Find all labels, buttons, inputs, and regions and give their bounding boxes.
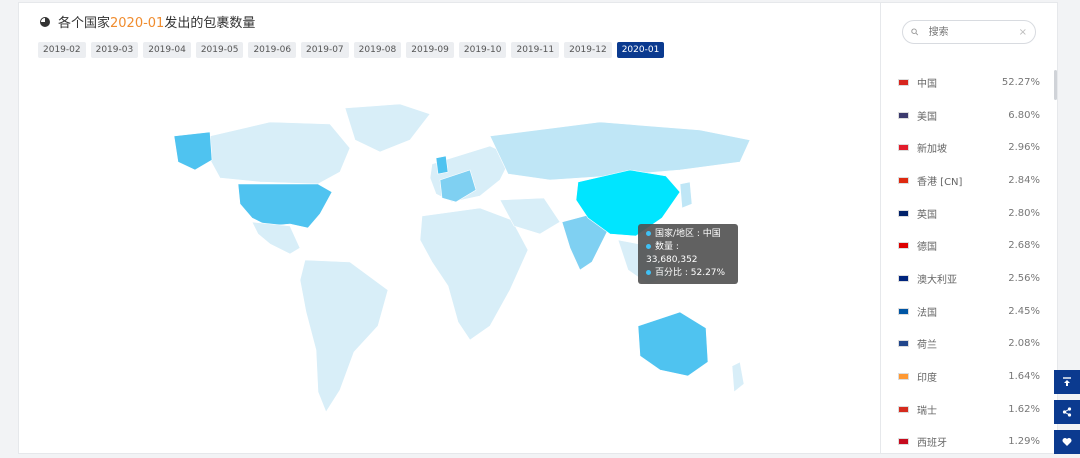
search-box[interactable]: × [902,20,1036,44]
month-tab[interactable]: 2019-05 [195,42,244,58]
back-to-top-button[interactable] [1054,370,1080,394]
country-name: 印度 [917,373,937,385]
arrow-up-icon [1063,377,1071,386]
country-row[interactable]: 瑞士 1.62% [898,393,1040,426]
map-africa [419,207,529,341]
bullet-icon [646,244,651,249]
month-tab[interactable]: 2019-08 [353,42,402,58]
month-tab[interactable]: 2019-02 [38,42,86,58]
country-name: 德国 [917,242,937,254]
country-percent: 2.08% [1008,338,1040,350]
country-name: 新加坡 [917,144,947,156]
country-row[interactable]: 美国 6.80% [898,99,1040,132]
map-canada [207,121,351,185]
pie-chart-icon [40,16,50,27]
country-name: 法国 [917,307,937,319]
country-row[interactable]: 新加坡 2.96% [898,131,1040,164]
country-percent: 1.29% [1008,436,1040,448]
country-row[interactable]: 印度 1.64% [898,360,1040,393]
country-name: 瑞士 [917,405,937,417]
country-name: 英国 [917,209,937,221]
flag-icon [898,176,909,184]
tooltip-region: 国家/地区 : 中国 [655,229,721,239]
country-list: 中国 52.27% 美国 6.80% 新加坡 2.96% 香港 [CN] 2.84% 英国 2.8… [898,66,1040,458]
country-row[interactable]: 澳大利亚 2.56% [898,262,1040,295]
flag-icon [898,242,909,250]
month-tabs: 2019-02 2019-03 2019-04 2019-05 2019-06 2019-… [38,42,665,58]
map-australia [637,311,709,377]
flag-icon [898,438,909,446]
country-name: 澳大利亚 [917,274,957,286]
map-tooltip: 国家/地区 : 中国 数量 : 33,680,352 百分比 : 52.27% [638,224,738,284]
country-row[interactable]: 法国 2.45% [898,295,1040,328]
search-icon [911,28,919,36]
country-percent: 2.96% [1008,142,1040,154]
map-alaska [173,131,213,171]
panel-divider [880,2,881,454]
country-name: 荷兰 [917,340,937,352]
share-button[interactable] [1054,400,1080,424]
bullet-icon [646,231,651,236]
month-tab[interactable]: 2019-11 [511,42,560,58]
share-icon [1062,407,1072,417]
month-tab[interactable]: 2019-06 [248,42,297,58]
country-row[interactable]: 香港 [CN] 2.84% [898,164,1040,197]
month-tab[interactable]: 2019-12 [564,42,612,58]
search-input[interactable] [926,25,1011,39]
country-percent: 2.45% [1008,305,1040,317]
flag-icon [898,373,909,381]
title-highlight: 2020-01 [110,16,165,31]
month-tab[interactable]: 2019-04 [143,42,191,58]
tooltip-percent: 百分比 : 52.27% [655,268,726,278]
heart-icon [1062,438,1072,446]
country-row[interactable]: 德国 2.68% [898,229,1040,262]
country-percent: 6.80% [1008,109,1040,121]
flag-icon [898,78,909,86]
map-usa [237,183,333,229]
country-name: 中国 [917,78,937,90]
map-new-zealand [731,361,745,393]
title-suffix: 发出的包裹数量 [164,16,256,31]
month-tab[interactable]: 2019-07 [301,42,349,58]
month-tab[interactable]: 2019-10 [458,42,507,58]
clear-icon[interactable]: × [1019,27,1027,38]
month-tab[interactable]: 2019-03 [90,42,139,58]
flag-icon [898,307,909,315]
flag-icon [898,209,909,217]
map-uk [435,155,449,175]
country-percent: 52.27% [1001,76,1040,88]
map-greenland [344,103,431,153]
country-percent: 1.62% [1008,403,1040,415]
tooltip-count: 数量 : 33,680,352 [646,242,698,265]
scrollbar[interactable] [1054,70,1057,100]
country-percent: 1.64% [1008,371,1040,383]
flag-icon [898,405,909,413]
country-row[interactable]: 中国 52.27% [898,66,1040,99]
country-row[interactable]: 英国 2.80% [898,197,1040,230]
page-title: 各个国家2020-01发出的包裹数量 [40,12,255,31]
country-name: 西班牙 [917,438,947,450]
country-row[interactable]: 荷兰 2.08% [898,328,1040,361]
country-row[interactable]: 西班牙 1.29% [898,426,1040,458]
map-japan [679,181,693,209]
country-percent: 2.68% [1008,240,1040,252]
bullet-icon [646,270,651,275]
title-prefix: 各个国家 [58,16,111,31]
map-russia [489,121,751,181]
flag-icon [898,340,909,348]
month-tab[interactable]: 2019-09 [406,42,454,58]
month-tab[interactable]: 2020-01 [616,42,665,58]
country-percent: 2.84% [1008,174,1040,186]
country-name: 香港 [CN] [917,176,963,188]
country-percent: 2.80% [1008,207,1040,219]
map-mexico [251,221,301,255]
favorite-button[interactable] [1054,430,1080,454]
map-south-america [299,259,389,413]
flag-icon [898,111,909,119]
flag-icon [898,144,909,152]
country-percent: 2.56% [1008,272,1040,284]
country-name: 美国 [917,111,937,123]
flag-icon [898,274,909,282]
